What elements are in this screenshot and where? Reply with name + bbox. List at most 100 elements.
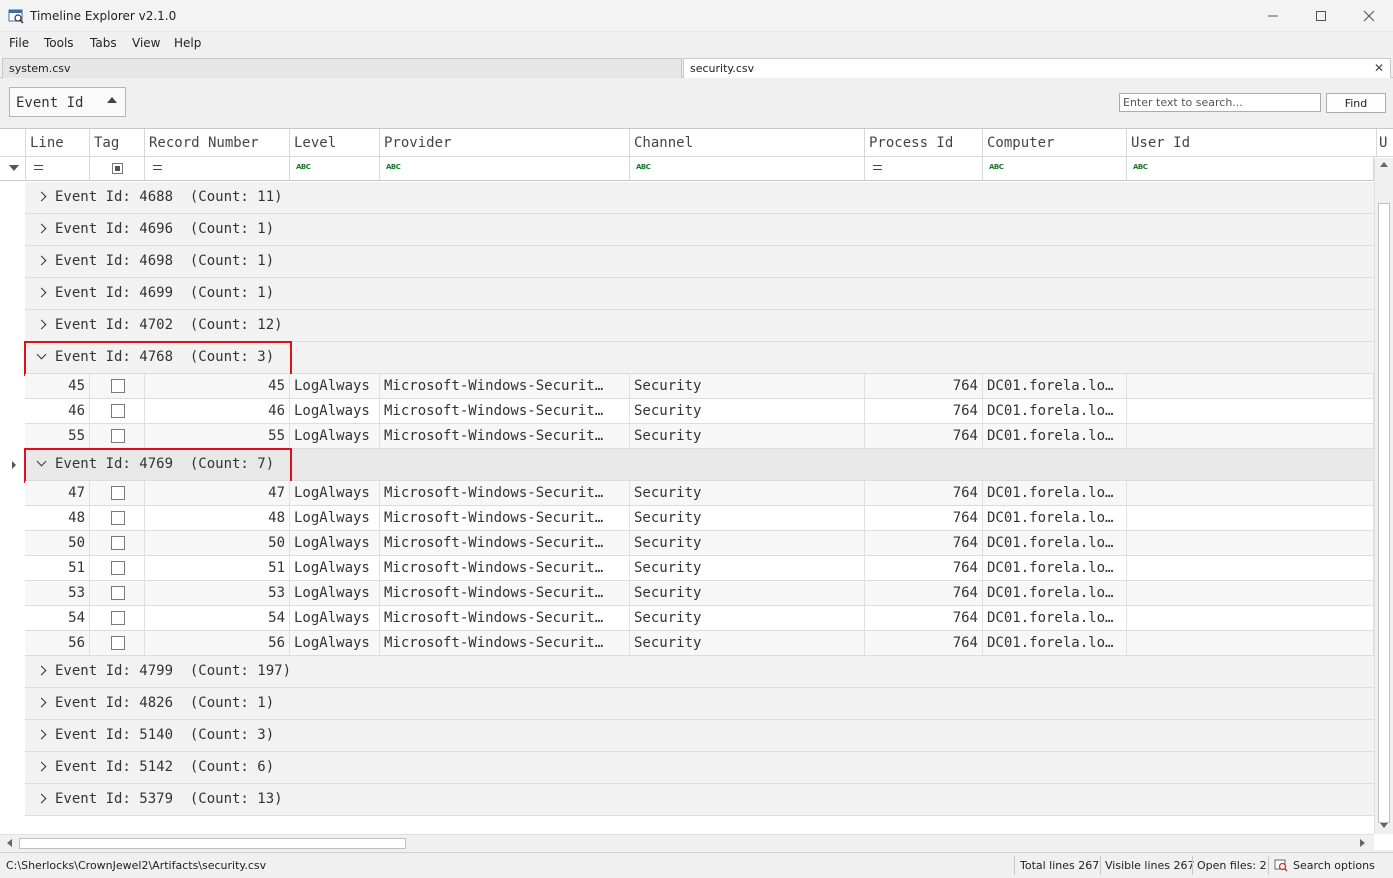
filter-computer[interactable]: ABC xyxy=(983,157,1127,181)
group-row[interactable]: Event Id: 5140 (Count: 3) xyxy=(25,720,1374,752)
cell-level[interactable]: LogAlways xyxy=(290,481,380,505)
chevron-right-icon[interactable] xyxy=(36,665,47,676)
group-row[interactable]: Event Id: 4698 (Count: 1) xyxy=(25,246,1374,278)
cell-line[interactable]: 56 xyxy=(26,631,90,655)
table-row[interactable]: 51 51 LogAlways Microsoft-Windows-Securit… S… xyxy=(25,556,1374,581)
filter-level[interactable]: ABC xyxy=(290,157,380,181)
cell-channel[interactable]: Security xyxy=(630,506,865,530)
cell-process-id[interactable]: 764 xyxy=(865,581,983,605)
cell-provider[interactable]: Microsoft-Windows-Securit… xyxy=(380,481,630,505)
cell-line[interactable]: 46 xyxy=(26,399,90,423)
group-row[interactable]: Event Id: 5142 (Count: 6) xyxy=(25,752,1374,784)
minimize-button[interactable] xyxy=(1250,0,1296,32)
cell-level[interactable]: LogAlways xyxy=(290,531,380,555)
tag-checkbox[interactable] xyxy=(111,404,125,418)
filter-channel[interactable]: ABC xyxy=(630,157,865,181)
scroll-left-icon[interactable] xyxy=(7,839,12,847)
cell-level[interactable]: LogAlways xyxy=(290,506,380,530)
cell-computer[interactable]: DC01.forela.lo… xyxy=(983,481,1127,505)
menu-tools[interactable]: Tools xyxy=(44,36,74,50)
tag-checkbox[interactable] xyxy=(111,486,125,500)
cell-computer[interactable]: DC01.forela.lo… xyxy=(983,374,1127,398)
cell-provider[interactable]: Microsoft-Windows-Securit… xyxy=(380,531,630,555)
horizontal-scroll-thumb[interactable] xyxy=(19,838,406,849)
cell-channel[interactable]: Security xyxy=(630,424,865,448)
menu-view[interactable]: View xyxy=(132,36,160,50)
cell-process-id[interactable]: 764 xyxy=(865,399,983,423)
cell-record-number[interactable]: 56 xyxy=(145,631,290,655)
group-row[interactable]: Event Id: 4688 (Count: 11) xyxy=(25,182,1374,214)
cell-record-number[interactable]: 55 xyxy=(145,424,290,448)
search-options-link[interactable]: Search options xyxy=(1293,859,1375,872)
cell-level[interactable]: LogAlways xyxy=(290,631,380,655)
cell-channel[interactable]: Security xyxy=(630,631,865,655)
column-header-provider[interactable]: Provider xyxy=(380,129,630,157)
group-row[interactable]: Event Id: 4702 (Count: 12) xyxy=(25,310,1374,342)
column-header-tag[interactable]: Tag xyxy=(90,129,145,157)
chevron-right-icon[interactable] xyxy=(36,255,47,266)
tab-security-csv[interactable]: security.csv ✕ xyxy=(683,58,1391,78)
cell-process-id[interactable]: 764 xyxy=(865,631,983,655)
cell-line[interactable]: 53 xyxy=(26,581,90,605)
cell-record-number[interactable]: 48 xyxy=(145,506,290,530)
cell-process-id[interactable]: 764 xyxy=(865,506,983,530)
filter-user-id[interactable]: ABC xyxy=(1127,157,1374,181)
cell-user-id[interactable] xyxy=(1127,374,1374,398)
cell-computer[interactable]: DC01.forela.lo… xyxy=(983,506,1127,530)
cell-level[interactable]: LogAlways xyxy=(290,606,380,630)
group-by-column-chip[interactable]: Event Id xyxy=(9,87,126,117)
cell-provider[interactable]: Microsoft-Windows-Securit… xyxy=(380,374,630,398)
cell-computer[interactable]: DC01.forela.lo… xyxy=(983,556,1127,580)
column-header-level[interactable]: Level xyxy=(290,129,380,157)
table-row[interactable]: 53 53 LogAlways Microsoft-Windows-Securit… S… xyxy=(25,581,1374,606)
tab-system-csv[interactable]: system.csv xyxy=(2,58,682,78)
tag-checkbox[interactable] xyxy=(111,561,125,575)
cell-user-id[interactable] xyxy=(1127,606,1374,630)
cell-line[interactable]: 50 xyxy=(26,531,90,555)
cell-record-number[interactable]: 51 xyxy=(145,556,290,580)
cell-computer[interactable]: DC01.forela.lo… xyxy=(983,399,1127,423)
column-header-channel[interactable]: Channel xyxy=(630,129,865,157)
cell-user-id[interactable] xyxy=(1127,556,1374,580)
cell-channel[interactable]: Security xyxy=(630,399,865,423)
column-header-computer[interactable]: Computer xyxy=(983,129,1127,157)
scroll-up-icon[interactable] xyxy=(1380,162,1388,167)
group-row[interactable]: Event Id: 4826 (Count: 1) xyxy=(25,688,1374,720)
cell-provider[interactable]: Microsoft-Windows-Securit… xyxy=(380,606,630,630)
filter-process-id[interactable] xyxy=(865,157,983,181)
chevron-right-icon[interactable] xyxy=(36,729,47,740)
menu-tabs[interactable]: Tabs xyxy=(90,36,117,50)
cell-provider[interactable]: Microsoft-Windows-Securit… xyxy=(380,631,630,655)
cell-computer[interactable]: DC01.forela.lo… xyxy=(983,606,1127,630)
cell-record-number[interactable]: 46 xyxy=(145,399,290,423)
cell-provider[interactable]: Microsoft-Windows-Securit… xyxy=(380,581,630,605)
cell-line[interactable]: 54 xyxy=(26,606,90,630)
table-row[interactable]: 46 46 LogAlways Microsoft-Windows-Securit… S… xyxy=(25,399,1374,424)
cell-user-id[interactable] xyxy=(1127,399,1374,423)
search-options-icon[interactable] xyxy=(1274,858,1288,872)
cell-computer[interactable]: DC01.forela.lo… xyxy=(983,531,1127,555)
tag-checkbox[interactable] xyxy=(111,511,125,525)
cell-record-number[interactable]: 45 xyxy=(145,374,290,398)
chevron-right-icon[interactable] xyxy=(36,793,47,804)
cell-computer[interactable]: DC01.forela.lo… xyxy=(983,424,1127,448)
group-row[interactable]: Event Id: 4799 (Count: 197) xyxy=(25,656,1374,688)
column-header-process-id[interactable]: Process Id xyxy=(865,129,983,157)
cell-level[interactable]: LogAlways xyxy=(290,556,380,580)
vertical-scroll-thumb[interactable] xyxy=(1378,203,1390,823)
tag-checkbox[interactable] xyxy=(111,636,125,650)
cell-record-number[interactable]: 50 xyxy=(145,531,290,555)
chevron-right-icon[interactable] xyxy=(36,761,47,772)
cell-record-number[interactable]: 53 xyxy=(145,581,290,605)
cell-line[interactable]: 47 xyxy=(26,481,90,505)
cell-provider[interactable]: Microsoft-Windows-Securit… xyxy=(380,399,630,423)
cell-record-number[interactable]: 54 xyxy=(145,606,290,630)
cell-process-id[interactable]: 764 xyxy=(865,424,983,448)
menu-help[interactable]: Help xyxy=(174,36,201,50)
cell-channel[interactable]: Security xyxy=(630,531,865,555)
cell-user-id[interactable] xyxy=(1127,631,1374,655)
tag-checkbox[interactable] xyxy=(111,611,125,625)
cell-user-id[interactable] xyxy=(1127,481,1374,505)
cell-level[interactable]: LogAlways xyxy=(290,424,380,448)
cell-provider[interactable]: Microsoft-Windows-Securit… xyxy=(380,424,630,448)
